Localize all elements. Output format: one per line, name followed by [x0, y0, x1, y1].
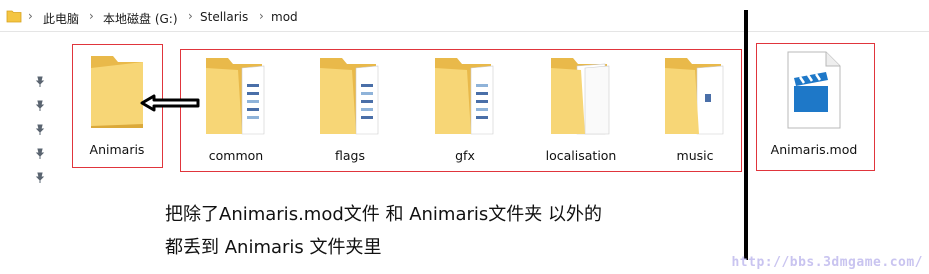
- chevron-right-icon: ›: [89, 9, 94, 23]
- folder-gfx[interactable]: gfx: [415, 50, 515, 170]
- pin-icon[interactable]: [34, 172, 46, 184]
- folder-localisation[interactable]: localisation: [531, 50, 631, 170]
- folder-label: gfx: [455, 148, 475, 163]
- breadcrumb-mod[interactable]: mod: [271, 10, 298, 24]
- chevron-right-icon: ›: [28, 9, 33, 23]
- file-label: Animaris.mod: [770, 142, 858, 157]
- folder-icon: [6, 8, 22, 28]
- folder-label: localisation: [545, 148, 617, 163]
- folder-label: flags: [335, 148, 365, 163]
- folder-icon: [665, 58, 724, 135]
- pin-icon[interactable]: [34, 148, 46, 160]
- breadcrumb-drive[interactable]: 本地磁盘 (G:): [103, 10, 178, 27]
- watermark: http://bbs.3dmgame.com/: [731, 255, 923, 270]
- pin-icon[interactable]: [34, 76, 46, 88]
- file-animaris-mod[interactable]: Animaris.mod: [764, 44, 864, 164]
- breadcrumb-this-pc[interactable]: 此电脑: [43, 10, 79, 27]
- folder-icon: [435, 58, 494, 135]
- breadcrumb-stellaris[interactable]: Stellaris: [200, 10, 248, 24]
- divider-line: [744, 10, 748, 260]
- folder-music[interactable]: music: [645, 50, 745, 170]
- chevron-right-icon: ›: [188, 9, 193, 23]
- folder-flags[interactable]: flags: [300, 50, 400, 170]
- folder-common[interactable]: common: [186, 50, 286, 170]
- chevron-right-icon: ›: [259, 9, 264, 23]
- address-bar[interactable]: › 此电脑 › 本地磁盘 (G:) › Stellaris › mod: [0, 5, 929, 32]
- folder-label: common: [208, 148, 264, 163]
- folder-icon: [551, 58, 610, 135]
- folder-icon: [206, 58, 265, 135]
- folder-icon: [91, 56, 143, 128]
- folder-icon: [320, 58, 379, 135]
- instruction-line-1: 把除了Animaris.mod文件 和 Animaris文件夹 以外的: [165, 204, 602, 225]
- pin-icon[interactable]: [34, 124, 46, 136]
- folder-label: Animaris: [89, 142, 145, 157]
- pin-icon[interactable]: [34, 100, 46, 112]
- folder-label: music: [676, 148, 714, 163]
- instruction-line-2: 都丢到 Animaris 文件夹里: [165, 237, 382, 258]
- video-file-icon: [787, 51, 841, 129]
